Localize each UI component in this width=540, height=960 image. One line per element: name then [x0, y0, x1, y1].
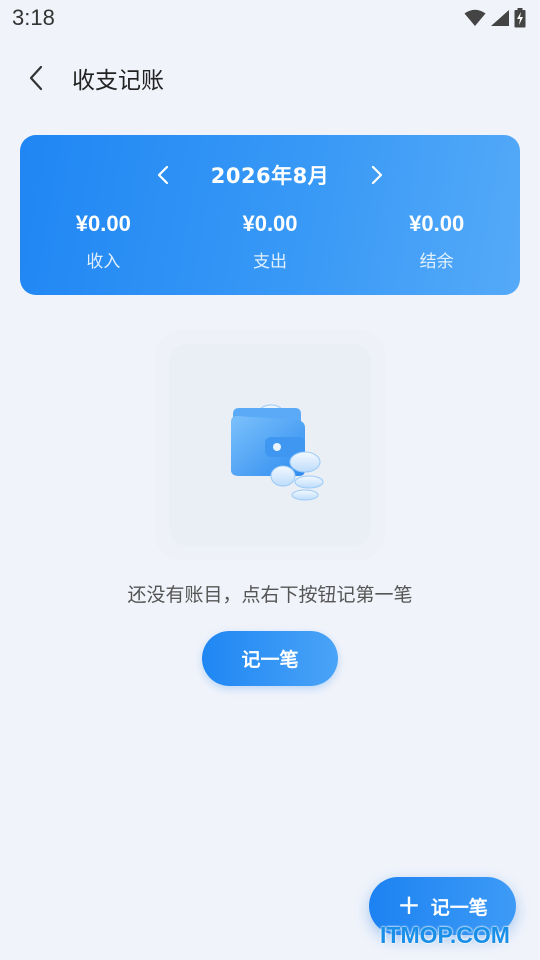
status-bar: 3:18 — [0, 0, 540, 36]
app-bar: 收支记账 — [0, 50, 540, 106]
battery-charging-icon — [514, 8, 526, 28]
fab-label: 记一笔 — [430, 896, 488, 919]
current-month-label: 2026年8月 — [210, 164, 330, 188]
empty-state-message: 还没有账目，点右下按钮记第一笔 — [127, 584, 413, 606]
expense-amount: ¥0.00 — [242, 211, 298, 236]
previous-month-button[interactable] — [143, 157, 183, 193]
watermark: ITMOP.COM — [380, 922, 510, 948]
back-arrow-icon — [29, 65, 43, 91]
expense-label: 支出 — [253, 252, 287, 272]
income-label: 收入 — [86, 252, 121, 272]
expense-stat: ¥0.00 支出 — [187, 211, 354, 272]
wifi-icon — [464, 9, 486, 26]
wallet-icon — [231, 404, 324, 501]
next-month-button[interactable] — [357, 157, 397, 193]
chevron-left-icon — [157, 165, 168, 185]
balance-amount: ¥0.00 — [409, 211, 465, 236]
month-selector: 2026年8月 — [20, 157, 520, 193]
add-record-button[interactable]: 记一笔 — [202, 631, 338, 686]
page-title: 收支记账 — [72, 68, 164, 94]
status-icons — [464, 8, 526, 28]
balance-stat: ¥0.00 结余 — [353, 211, 520, 272]
empty-state-illustration — [155, 330, 385, 560]
income-amount: ¥0.00 — [75, 211, 131, 236]
back-button[interactable] — [12, 54, 60, 102]
monthly-summary-card: 2026年8月 ¥0.00 收入 ¥0.00 支出 ¥0.00 结余 — [20, 135, 520, 295]
plus-icon: + — [397, 888, 421, 921]
stats-row: ¥0.00 收入 ¥0.00 支出 ¥0.00 结余 — [20, 211, 520, 272]
income-stat: ¥0.00 收入 — [20, 211, 187, 272]
chevron-right-icon — [372, 165, 383, 185]
cellular-signal-icon — [491, 10, 509, 26]
balance-label: 结余 — [419, 252, 454, 272]
status-time: 3:18 — [12, 5, 55, 30]
